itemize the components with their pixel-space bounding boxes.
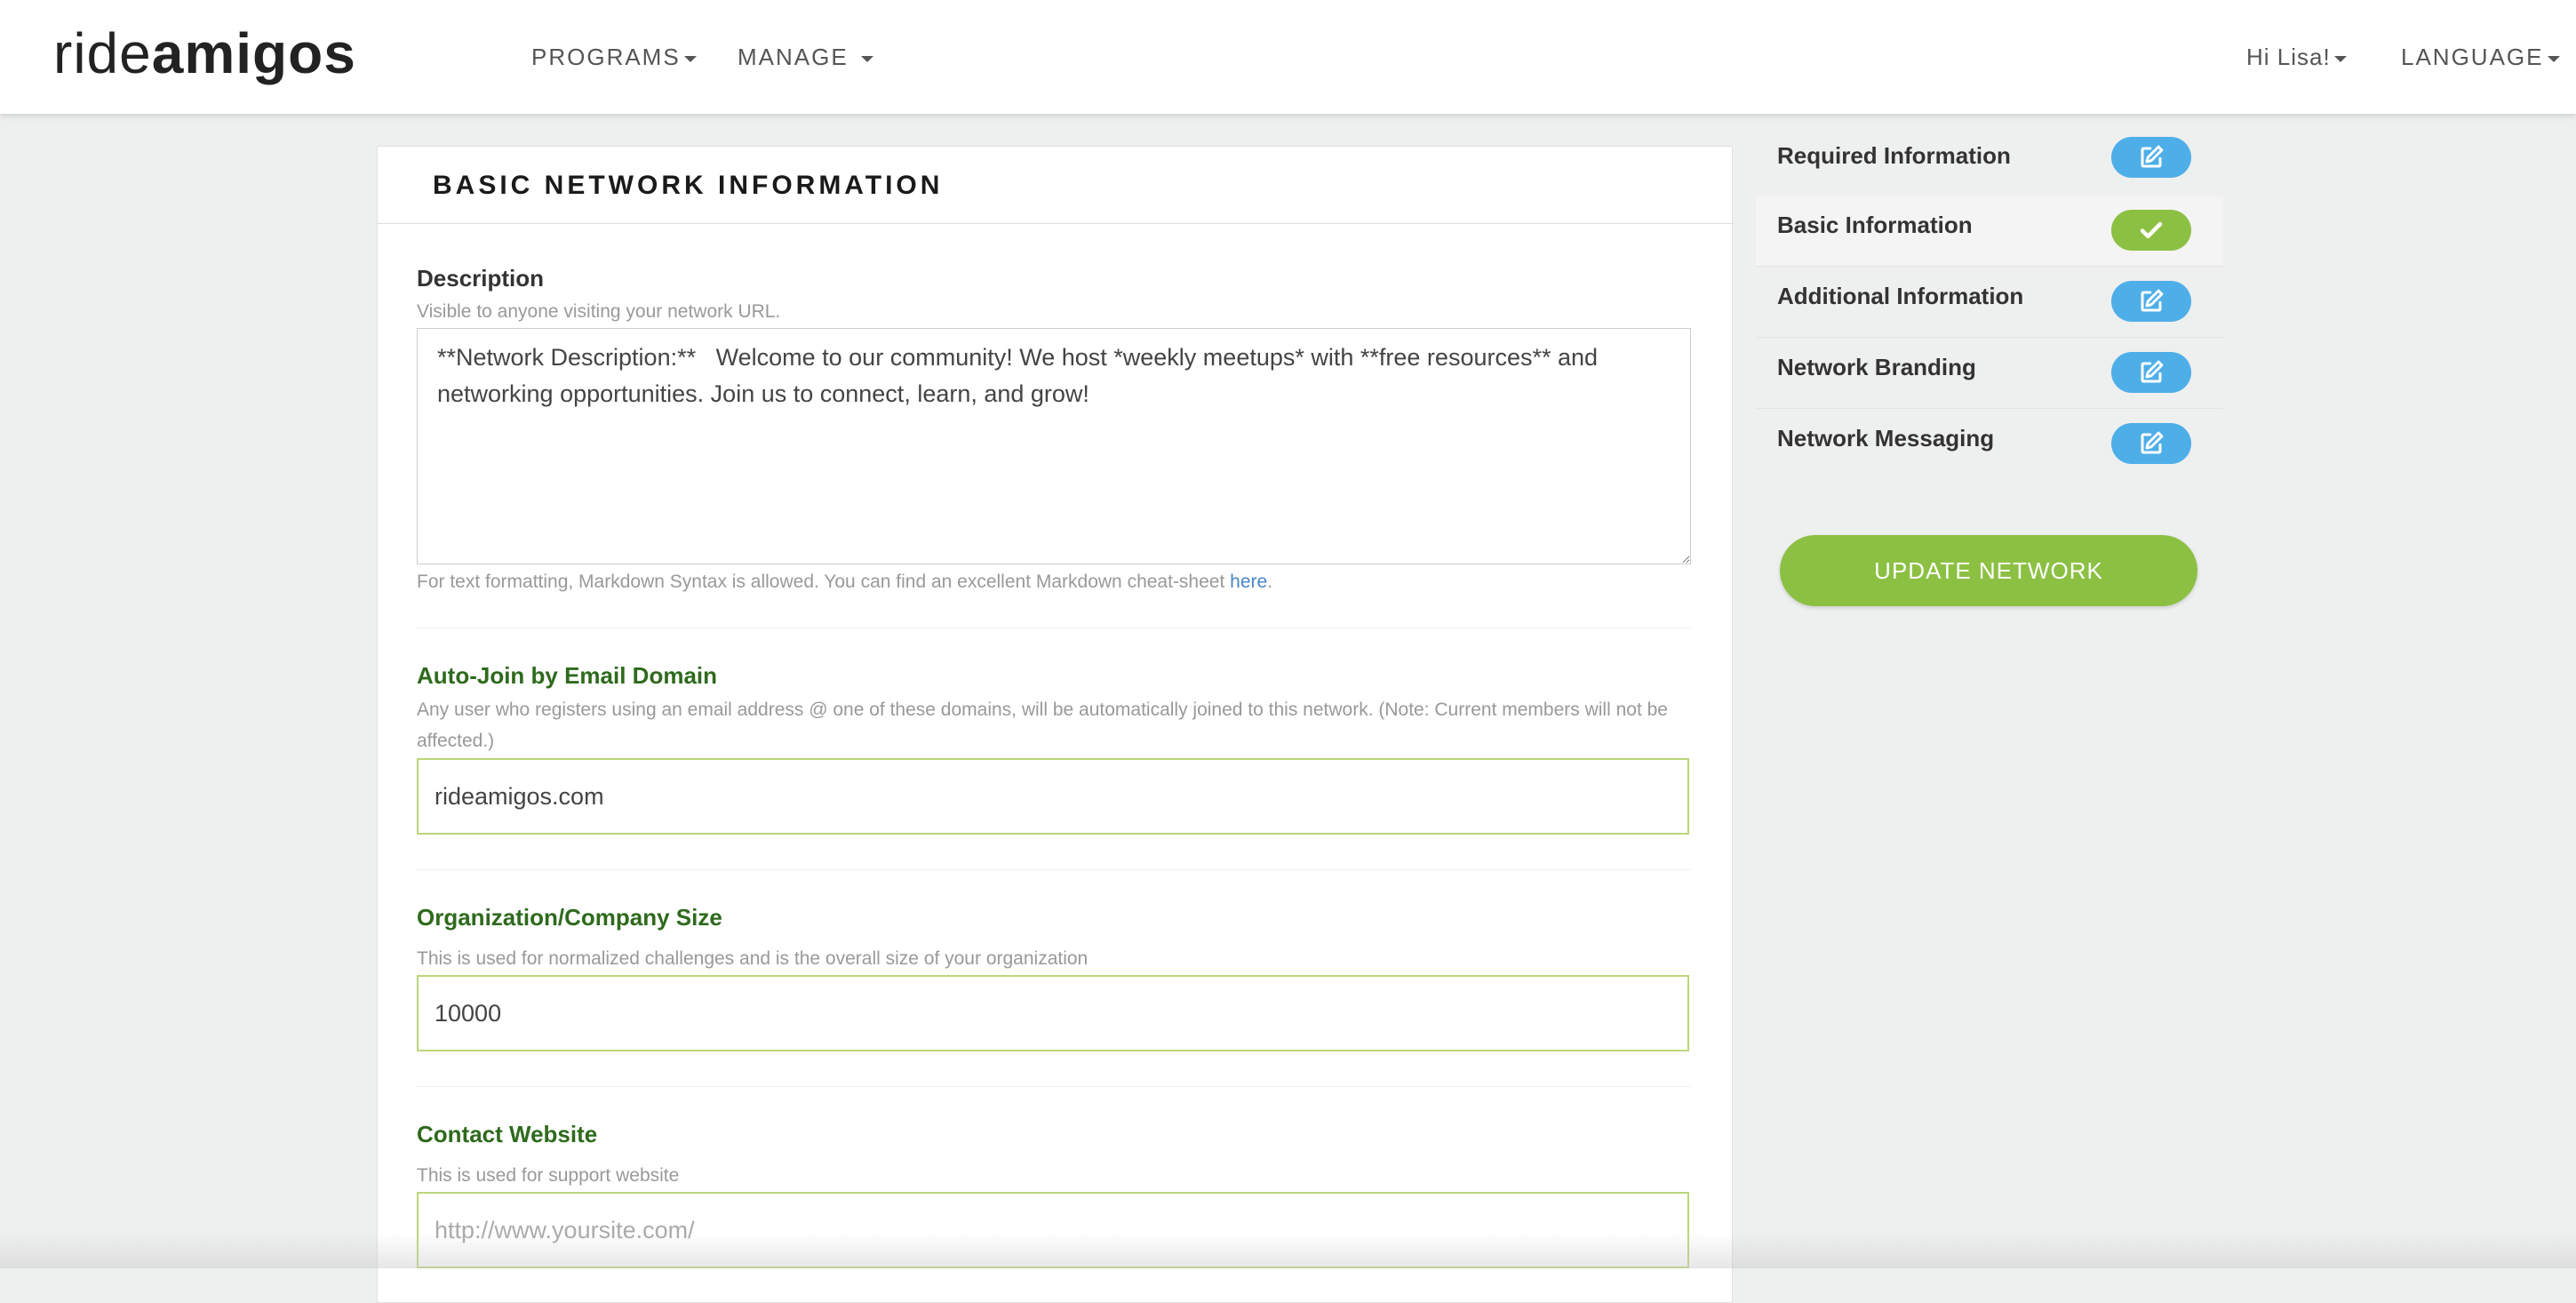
markdown-footnote: For text formatting, Markdown Syntax is … <box>417 566 1691 597</box>
language-label: LANGUAGE <box>2401 44 2544 70</box>
caret-down-icon <box>683 55 697 62</box>
caret-down-icon <box>860 55 873 62</box>
sidebar-item-required-information[interactable]: Required Information <box>1756 133 2223 204</box>
update-network-button[interactable]: UPDATE NETWORK <box>1780 535 2197 606</box>
edit-required-information-button[interactable] <box>2111 137 2191 178</box>
basic-information-complete-button[interactable] <box>2111 210 2191 251</box>
rideamigos-logo[interactable]: rideamigos <box>53 18 356 89</box>
sidebar-item-network-messaging[interactable]: Network Messaging <box>1756 409 2223 480</box>
markdown-cheatsheet-link[interactable]: here <box>1230 572 1267 592</box>
org-size-label: Organization/Company Size <box>417 904 722 931</box>
contact-website-input[interactable] <box>417 1192 1689 1268</box>
org-size-help-text: This is used for normalized challenges a… <box>417 948 1089 969</box>
edit-network-messaging-button[interactable] <box>2111 423 2191 464</box>
language-dropdown[interactable]: LANGUAGE <box>2401 39 2560 75</box>
edit-icon <box>2141 289 2164 312</box>
edit-icon <box>2141 145 2164 168</box>
caret-down-icon <box>2547 55 2560 62</box>
nav-programs-dropdown[interactable]: PROGRAMS <box>531 39 697 75</box>
sidebar-item-additional-information[interactable]: Additional Information <box>1756 267 2223 338</box>
nav-manage-dropdown[interactable]: MANAGE <box>738 39 873 75</box>
description-label: Description <box>417 265 545 292</box>
org-size-input[interactable] <box>417 975 1689 1051</box>
top-navigation-bar: rideamigos PROGRAMS MANAGE Hi Lisa! LANG… <box>0 0 2576 114</box>
sidebar-item-label: Network Messaging <box>1777 425 1995 452</box>
logo-text-light: ride <box>53 21 152 85</box>
auto-join-label: Auto-Join by Email Domain <box>417 662 718 689</box>
edit-icon <box>2141 360 2164 383</box>
sidebar-item-basic-information[interactable]: Basic Information <box>1756 196 2223 267</box>
nav-programs-label: PROGRAMS <box>531 44 681 70</box>
sidebar-item-network-branding[interactable]: Network Branding <box>1756 338 2223 409</box>
sidebar-item-label: Additional Information <box>1777 283 2024 309</box>
caret-down-icon <box>2333 55 2347 62</box>
edit-additional-information-button[interactable] <box>2111 281 2191 322</box>
sidebar-item-label: Basic Information <box>1777 212 1973 238</box>
edit-icon <box>2141 431 2164 454</box>
contact-website-help-text: This is used for support website <box>417 1165 680 1186</box>
contact-website-label: Contact Website <box>417 1121 598 1147</box>
basic-network-info-card: BASIC NETWORK INFORMATION Description Vi… <box>377 146 1733 1303</box>
markdown-footnote-text: For text formatting, Markdown Syntax is … <box>417 572 1225 592</box>
card-title: BASIC NETWORK INFORMATION <box>433 171 944 200</box>
auto-join-domain-input[interactable] <box>417 758 1689 835</box>
check-icon <box>2140 221 2163 239</box>
description-help-text: Visible to anyone visiting your network … <box>417 301 781 322</box>
section-divider <box>417 869 1691 870</box>
card-header: BASIC NETWORK INFORMATION <box>378 147 1732 224</box>
section-divider <box>417 1086 1691 1087</box>
sidebar-item-label: Required Information <box>1777 142 2011 169</box>
markdown-footnote-suffix: . <box>1267 572 1273 592</box>
description-textarea[interactable]: **Network Description:** Welcome to our … <box>417 328 1691 564</box>
edit-network-branding-button[interactable] <box>2111 352 2191 393</box>
auto-join-help-text: Any user who registers using an email ad… <box>417 699 1668 751</box>
nav-manage-label: MANAGE <box>738 44 849 70</box>
sidebar-item-label: Network Branding <box>1777 354 1976 380</box>
user-menu-dropdown[interactable]: Hi Lisa! <box>2246 39 2347 75</box>
logo-text-bold: amigos <box>151 21 356 85</box>
user-greeting-label: Hi Lisa! <box>2246 44 2331 70</box>
